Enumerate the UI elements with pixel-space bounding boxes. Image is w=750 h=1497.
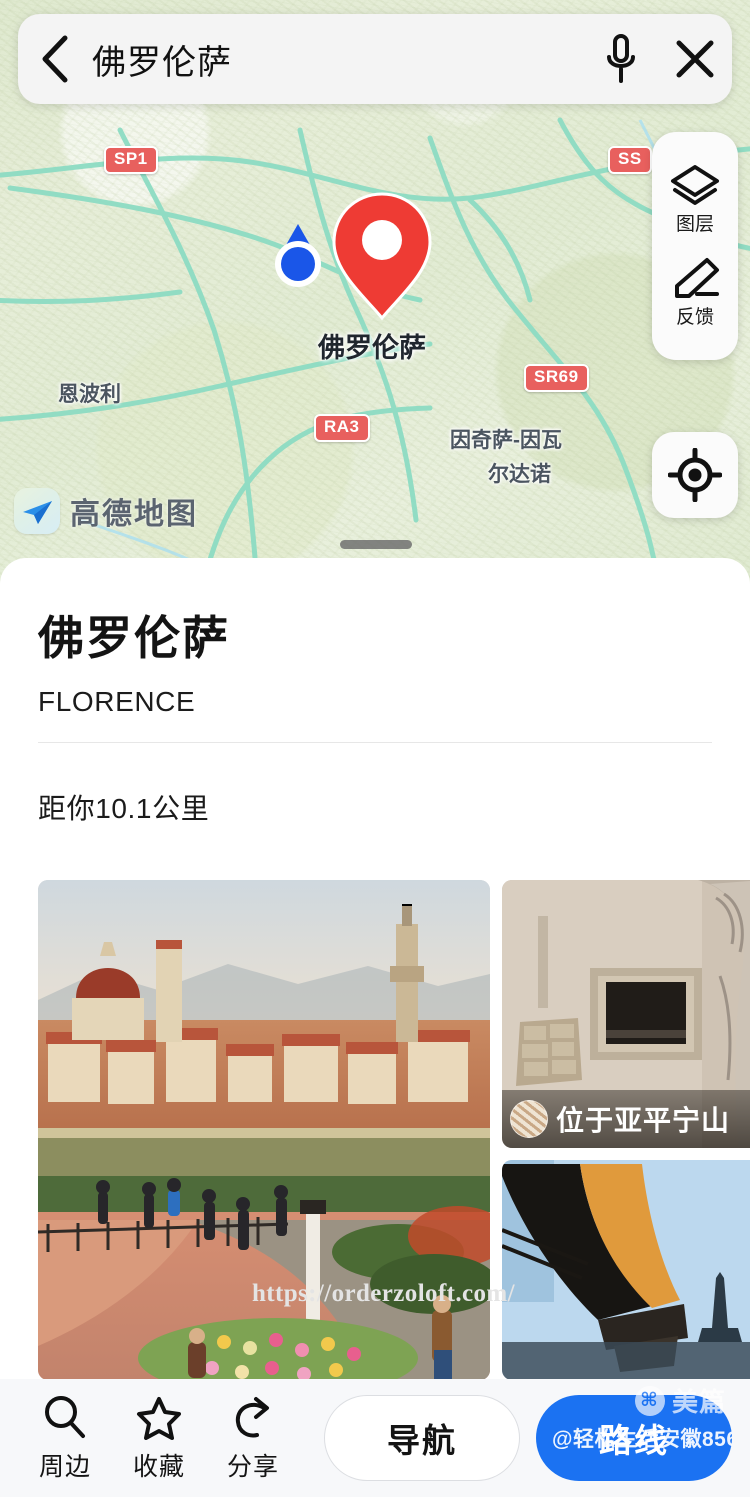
road-badge: SP1 <box>104 146 158 174</box>
action-bar: 周边 收藏 分享 导航 路线 ⌘ 美篇 @轻松生活安徽8564 <box>0 1379 750 1497</box>
place-subtitle: FLORENCE <box>38 686 196 717</box>
layers-button[interactable]: 图层 <box>667 163 723 236</box>
road-badge: SR69 <box>524 364 589 392</box>
map-pin-label: 佛罗伦萨 <box>318 333 426 363</box>
feedback-label: 反馈 <box>675 307 714 328</box>
arch-sky-photo[interactable] <box>502 1160 750 1380</box>
meipian-brand-text: 美篇 <box>671 1387 726 1417</box>
nearby-label: 周边 <box>38 1452 91 1481</box>
url-watermark: https://orderzoloft.com/ <box>252 1280 516 1307</box>
route-button[interactable]: 路线 ⌘ 美篇 @轻松生活安徽8564 <box>536 1385 732 1481</box>
navigate-button[interactable]: 导航 <box>324 1395 520 1481</box>
crosshair-icon <box>668 448 722 502</box>
map-app-screen: SP1 SS RA3 SR69 恩波利 因奇萨-因瓦 尔达诺 佛罗伦萨 图层 反… <box>0 0 750 1497</box>
map-label-incisa-line1: 因奇萨-因瓦 <box>450 429 562 452</box>
favorite-button[interactable]: 收藏 <box>112 1394 206 1483</box>
caption-thumbnail-icon <box>510 1100 548 1138</box>
meipian-handle-text: @轻松生活安徽8564 <box>552 1428 732 1451</box>
search-icon <box>45 1395 85 1438</box>
place-title: 佛罗伦萨 <box>38 612 230 664</box>
locate-me-button[interactable] <box>652 432 738 518</box>
share-button[interactable]: 分享 <box>206 1394 300 1483</box>
section-divider <box>38 742 712 743</box>
feedback-button[interactable]: 反馈 <box>667 256 723 329</box>
user-location-dot <box>275 224 321 287</box>
meipian-watermark: ⌘ 美篇 <box>634 1382 726 1419</box>
layers-icon <box>671 165 719 205</box>
voice-search-button[interactable] <box>584 14 658 104</box>
sheet-drag-handle[interactable] <box>340 540 412 549</box>
meipian-logo-icon: ⌘ <box>634 1385 665 1416</box>
clear-search-button[interactable] <box>658 14 732 104</box>
search-bar[interactable]: 佛罗伦萨 <box>18 14 732 104</box>
nearby-button[interactable]: 周边 <box>18 1394 112 1483</box>
map-label-incisa-line2: 尔达诺 <box>488 463 551 486</box>
star-icon <box>137 1396 181 1440</box>
place-distance: 距你10.1公里 <box>38 793 210 824</box>
search-input[interactable]: 佛罗伦萨 <box>92 35 584 84</box>
gallery-right-column: 位于亚平宁山 <box>502 880 750 1380</box>
place-detail-sheet: 佛罗伦萨 FLORENCE 距你10.1公里 位于亚平宁山 https://or… <box>0 558 750 1382</box>
pencil-icon <box>675 258 719 298</box>
amap-name: 高德地图 <box>70 498 198 531</box>
map-label-empoli: 恩波利 <box>58 383 121 406</box>
share-label: 分享 <box>226 1452 279 1481</box>
back-button[interactable] <box>18 14 92 104</box>
amap-logo-icon <box>14 488 60 534</box>
stone-wall-window-photo[interactable]: 位于亚平宁山 <box>502 880 750 1148</box>
close-icon <box>676 40 714 78</box>
chevron-left-icon <box>42 35 68 83</box>
microphone-icon <box>607 34 635 83</box>
amap-attribution: 高德地图 <box>14 488 198 534</box>
map-controls-panel: 图层 反馈 <box>652 132 738 360</box>
favorite-label: 收藏 <box>132 1452 185 1481</box>
layers-label: 图层 <box>675 214 714 235</box>
caption-text: 位于亚平宁山 <box>556 1105 731 1136</box>
share-icon <box>235 1396 269 1437</box>
photo-caption: 位于亚平宁山 <box>502 1090 750 1148</box>
road-badge: SS <box>608 146 652 174</box>
map-pin-selected[interactable] <box>330 190 434 322</box>
road-badge: RA3 <box>314 414 370 442</box>
